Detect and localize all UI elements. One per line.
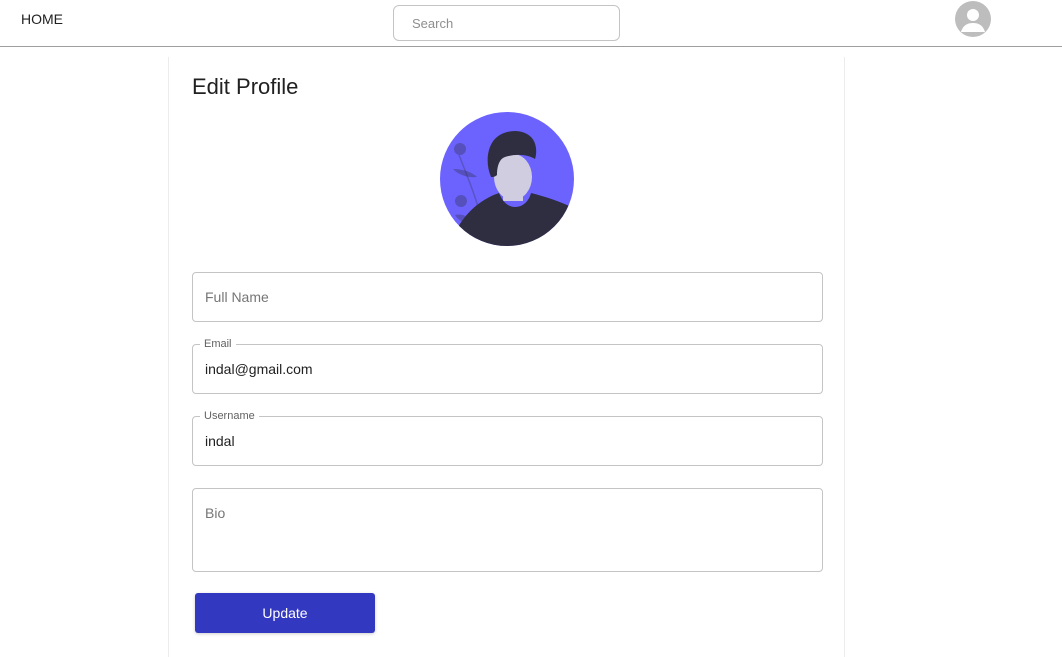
- username-input[interactable]: [192, 416, 823, 466]
- page-title: Edit Profile: [192, 74, 299, 99]
- search-input[interactable]: [393, 5, 620, 41]
- email-input[interactable]: [192, 344, 823, 394]
- bio-field: [192, 488, 823, 572]
- top-navigation-bar: HOME: [0, 0, 1062, 47]
- home-link[interactable]: HOME: [21, 11, 63, 27]
- full-name-field: [192, 272, 823, 322]
- username-label: Username: [200, 409, 259, 423]
- update-button[interactable]: Update: [195, 593, 375, 633]
- email-label: Email: [200, 337, 236, 351]
- full-name-input[interactable]: [192, 272, 823, 322]
- edit-profile-card: Edit Profile Email: [168, 57, 845, 657]
- username-field: Username: [192, 409, 823, 466]
- profile-picture[interactable]: [439, 111, 575, 247]
- email-field: Email: [192, 337, 823, 394]
- bio-textarea[interactable]: [192, 488, 823, 572]
- account-circle-icon[interactable]: [955, 1, 991, 37]
